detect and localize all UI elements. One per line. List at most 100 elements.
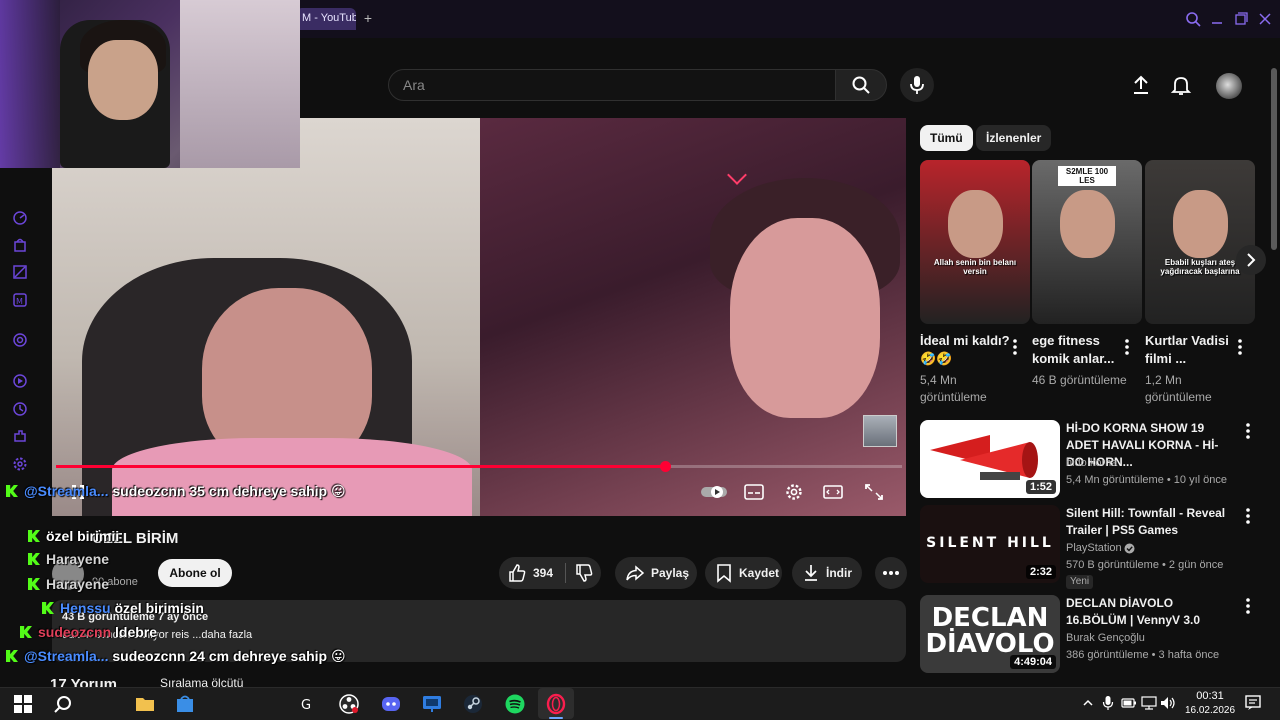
taskbar-date[interactable]: 16.02.2026 — [1183, 705, 1237, 716]
shorts-next-button[interactable] — [1236, 245, 1266, 275]
messenger-icon[interactable]: M — [12, 292, 28, 308]
subscribe-button[interactable]: Abone ol — [158, 559, 232, 587]
history-icon[interactable] — [12, 401, 28, 417]
verified-icon — [1124, 543, 1135, 554]
save-button[interactable]: Kaydet — [705, 557, 782, 589]
video-thumbnail[interactable]: DECLAN DİAVOLO 4:49:04 — [920, 595, 1060, 673]
video-meta: 5,4 Mn görüntüleme • 10 yıl önce — [1066, 474, 1227, 486]
short-menu-button[interactable] — [1009, 338, 1021, 356]
short-thumbnail[interactable]: Allah senin bin belanı versin — [920, 160, 1030, 324]
volume-icon[interactable] — [1160, 696, 1176, 710]
video-menu-button[interactable] — [1242, 507, 1254, 525]
more-actions-button[interactable] — [875, 557, 907, 589]
restore-icon[interactable] — [1232, 10, 1250, 28]
tray-overflow-icon[interactable] — [1082, 697, 1094, 709]
channel-watermark[interactable] — [863, 415, 897, 447]
fullscreen-button[interactable] — [864, 483, 884, 501]
autoplay-toggle[interactable] — [700, 483, 728, 501]
short-title[interactable]: İdeal mi kaldı? 🤣🤣 — [920, 332, 1010, 368]
spotify-icon[interactable] — [504, 693, 526, 715]
notifications-tray-icon[interactable] — [1244, 694, 1262, 712]
remote-desktop-icon[interactable] — [421, 693, 443, 715]
like-button[interactable] — [507, 563, 527, 583]
chat-message: özel birimii — [28, 528, 119, 544]
file-explorer-icon[interactable] — [134, 693, 156, 715]
chat-username: @Streamla... — [24, 483, 109, 499]
video-thumbnail[interactable]: 1:52 — [920, 420, 1060, 498]
more-vertical-icon — [1246, 508, 1250, 524]
subtitles-button[interactable] — [744, 483, 764, 501]
short-thumbnail-face — [1059, 189, 1115, 259]
steam-icon[interactable] — [462, 693, 484, 715]
upload-button[interactable] — [1130, 74, 1152, 96]
chat-text: sudeozcnn 35 cm dehreye sahip 😛 — [112, 483, 346, 499]
chat-username: Harayene — [46, 551, 110, 567]
short-thumbnail[interactable]: S2MLE 100 LES — [1032, 160, 1142, 324]
kick-badge-icon — [6, 650, 18, 662]
share-button[interactable]: Paylaş — [615, 557, 697, 589]
theater-mode-button[interactable] — [823, 483, 843, 501]
twitch-icon[interactable] — [12, 264, 28, 280]
progress-scrubber[interactable] — [660, 461, 671, 472]
settings-icon[interactable] — [12, 456, 28, 472]
video-menu-button[interactable] — [1242, 422, 1254, 440]
video-title[interactable]: DECLAN DİAVOLO 16.BÖLÜM | VennyV 3.0 — [1066, 595, 1236, 629]
short-caption: S2MLE 100 LES — [1058, 166, 1116, 186]
channel-name[interactable]: Burak Gençoğlu — [1066, 632, 1145, 644]
download-button[interactable]: İndir — [792, 557, 862, 589]
more-vertical-icon — [1125, 339, 1129, 355]
chatgpt-icon[interactable] — [12, 332, 28, 348]
short-thumbnail[interactable]: Ebabil kuşları ateş yağdıracak başlarına — [1145, 160, 1255, 324]
app-icon[interactable]: G — [296, 693, 318, 715]
search-tabs-icon[interactable] — [1184, 10, 1202, 28]
settings-button[interactable] — [784, 483, 804, 501]
account-avatar[interactable] — [1216, 73, 1242, 99]
player-icon[interactable] — [12, 373, 28, 389]
filter-chip-watched[interactable]: İzlenenler — [976, 125, 1052, 151]
dislike-button[interactable] — [574, 563, 594, 583]
new-tab-button[interactable]: + — [360, 10, 376, 26]
notifications-button[interactable] — [1170, 74, 1192, 96]
channel-name[interactable]: hido korna — [1066, 457, 1117, 469]
short-views: 5,4 Mn görüntüleme — [920, 373, 987, 404]
network-icon[interactable] — [1141, 696, 1157, 710]
video-menu-button[interactable] — [1242, 597, 1254, 615]
video-duration: 4:49:04 — [1010, 655, 1056, 669]
search-input[interactable]: Ara — [388, 69, 836, 101]
battery-icon[interactable] — [1121, 697, 1137, 709]
speed-dial-icon[interactable] — [12, 210, 28, 226]
extensions-icon[interactable] — [12, 428, 28, 444]
short-title[interactable]: ege fitness komik anlar... — [1032, 332, 1122, 368]
short-menu-button[interactable] — [1234, 338, 1246, 356]
chat-text: ldebre — [115, 624, 158, 640]
video-title[interactable]: Silent Hill: Townfall - Reveal Trailer |… — [1066, 505, 1236, 539]
close-icon[interactable] — [1256, 10, 1274, 28]
more-vertical-icon — [1246, 598, 1250, 614]
store-icon[interactable] — [174, 693, 196, 715]
thumbnail-text: SILENT HILL — [926, 535, 1054, 551]
video-meta: 570 B görüntüleme • 2 gün önce — [1066, 559, 1224, 571]
shopping-icon[interactable] — [12, 237, 28, 253]
progress-bar-fill — [56, 465, 665, 468]
discord-icon[interactable] — [380, 693, 402, 715]
video-left-scene — [52, 118, 480, 516]
page-scrollbar[interactable] — [1271, 68, 1277, 250]
start-icon[interactable] — [12, 693, 34, 715]
video-player[interactable] — [52, 118, 906, 516]
obs-icon[interactable] — [338, 693, 360, 715]
voice-search-button[interactable] — [900, 68, 934, 102]
filter-chip-all[interactable]: Tümü — [920, 125, 973, 151]
browser-tab-youtube[interactable]: M - YouTube — [296, 8, 356, 30]
chat-message: @Streamla... sudeozcnn 35 cm dehreye sah… — [6, 483, 346, 500]
minimize-icon[interactable] — [1208, 10, 1226, 28]
taskbar-clock[interactable]: 00:31 — [1190, 690, 1230, 702]
short-menu-button[interactable] — [1121, 338, 1133, 356]
taskbar-search-icon[interactable] — [52, 693, 74, 715]
more-vertical-icon — [1013, 339, 1017, 355]
search-button[interactable] — [835, 69, 887, 101]
microphone-tray-icon[interactable] — [1102, 695, 1114, 711]
video-thumbnail[interactable]: SILENT HILL 2:32 — [920, 505, 1060, 583]
short-title[interactable]: Kurtlar Vadisi filmi ... — [1145, 332, 1235, 368]
opera-gx-icon[interactable] — [545, 693, 567, 715]
channel-name[interactable]: PlayStation — [1066, 542, 1122, 554]
